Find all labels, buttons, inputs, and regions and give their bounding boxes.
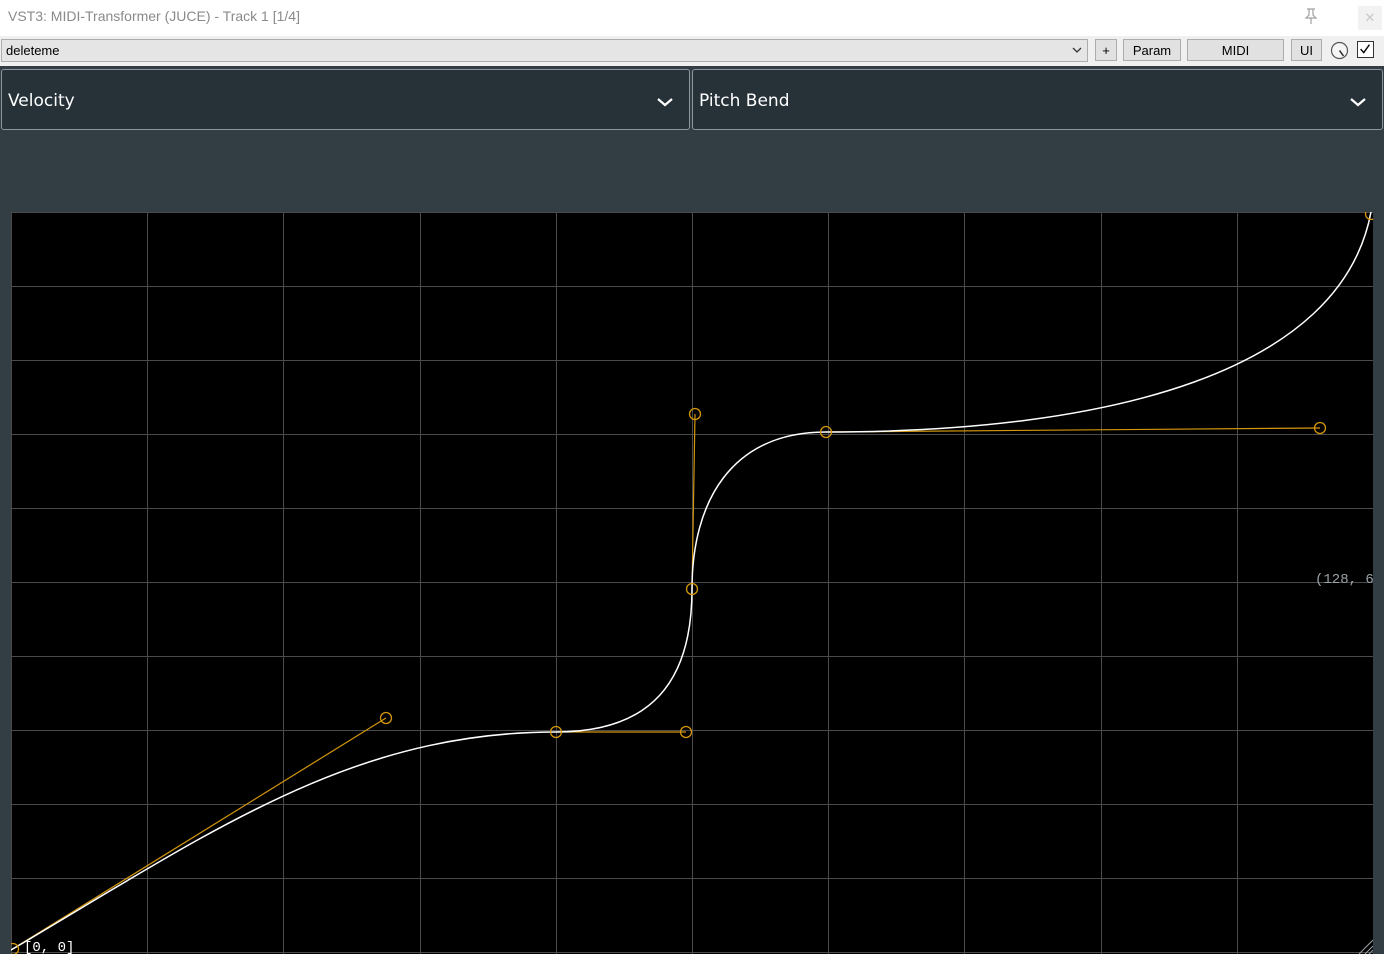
plugin-panel: Velocity Pitch Bend [0, 0] (128, 6 <box>0 67 1384 954</box>
source-selector[interactable]: Velocity <box>1 69 690 130</box>
close-icon: ✕ <box>1364 10 1376 26</box>
checkmark-icon <box>1360 44 1371 54</box>
chevron-down-icon <box>657 98 673 107</box>
target-selector[interactable]: Pitch Bend <box>692 69 1383 130</box>
wet-knob-icon[interactable] <box>1330 41 1349 60</box>
hover-coordinate-label: (128, 6 <box>1315 572 1373 588</box>
ui-button[interactable]: UI <box>1291 39 1322 61</box>
title-bar: VST3: MIDI-Transformer (JUCE) - Track 1 … <box>0 0 1384 36</box>
preset-name: deleteme <box>6 43 60 58</box>
target-selector-label: Pitch Bend <box>699 91 790 111</box>
handle-line <box>11 717 387 951</box>
midi-button[interactable]: MIDI <box>1187 39 1284 61</box>
curve-editor-canvas[interactable]: [0, 0] (128, 6 <box>11 212 1373 954</box>
transfer-curve <box>11 212 1372 951</box>
host-toolbar: deleteme + Param MIDI UI <box>0 36 1384 66</box>
source-selector-label: Velocity <box>8 91 75 111</box>
bypass-checkbox[interactable] <box>1357 41 1374 58</box>
chevron-down-icon <box>1350 98 1366 107</box>
window-title: VST3: MIDI-Transformer (JUCE) - Track 1 … <box>8 8 300 24</box>
preset-dropdown[interactable]: deleteme <box>1 39 1088 62</box>
curve-editor[interactable]: [0, 0] (128, 6 <box>11 212 1373 954</box>
resize-grip-icon[interactable] <box>1358 939 1373 954</box>
pin-icon[interactable] <box>1302 7 1320 25</box>
chevron-down-icon <box>1072 47 1082 53</box>
handle-lines <box>11 413 1321 951</box>
origin-label: [0, 0] <box>24 940 74 954</box>
add-preset-button[interactable]: + <box>1095 39 1117 61</box>
close-button[interactable]: ✕ <box>1358 6 1382 30</box>
param-button[interactable]: Param <box>1123 39 1181 61</box>
